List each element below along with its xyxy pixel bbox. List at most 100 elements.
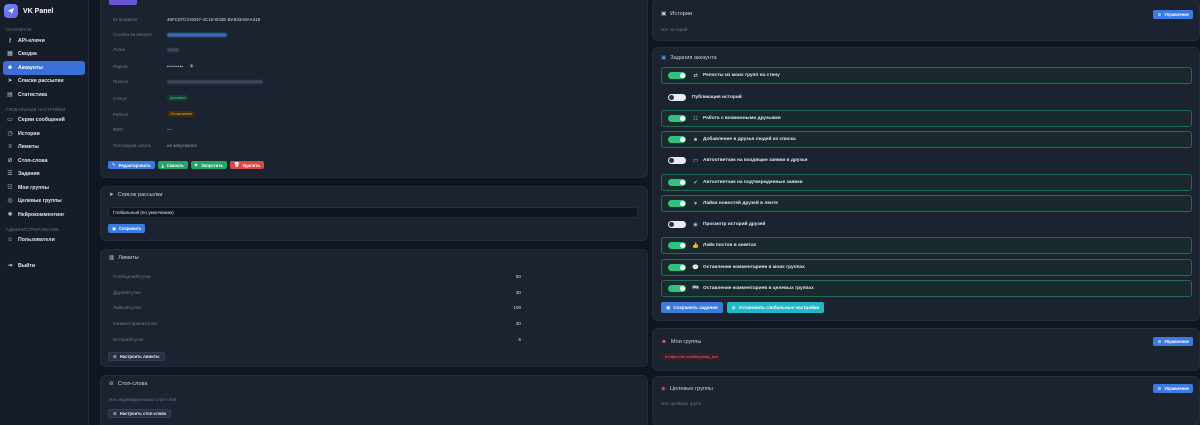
task-toggle[interactable] (668, 242, 686, 249)
sidebar-item-logout[interactable]: ⇥ Выйти (3, 259, 85, 273)
task-toggle[interactable] (668, 179, 686, 186)
limits-card: ▥ Лимиты Сообщений/сутки 50 Друзей/сутки 30… (100, 249, 648, 367)
tasks-actions: ▣ Сохранить задания ◍ Установить глобальны… (661, 302, 825, 313)
task-row[interactable]: ⇄ Репосты из моих групп на стену (661, 67, 1192, 84)
brand[interactable]: VK Panel (0, 0, 88, 22)
profile-label: Статус (113, 95, 128, 101)
configure-stopwords-button[interactable]: ⚙ Настроить стоп-слова (108, 409, 172, 418)
sidebar-nav-main: ⚷ API-ключи ▦ Сводка ☻ Аккаунты ➤ Списки рас… (0, 34, 88, 102)
sidebar-item-statistics[interactable]: ▤ Статистика (3, 88, 85, 102)
sidebar-item-users[interactable]: ☺ Пользователи (3, 234, 85, 248)
eye-icon: ◉ (693, 221, 698, 228)
profile-last-run-value: не запускался (167, 143, 197, 148)
eye-icon[interactable]: ◉ (190, 63, 194, 69)
edit-button[interactable]: ✎ Редактировать (108, 161, 155, 169)
sidebar-item-message-series[interactable]: ▭ Серии сообщений (3, 114, 85, 128)
profile-label: ID профиля (113, 17, 138, 22)
check-circle-icon: ✔ (693, 179, 698, 186)
stop-icon: ⊘ (7, 157, 13, 164)
task-row[interactable]: ▭ Автоответчик на входящие заявки в друзь… (661, 152, 1192, 169)
profile-label: Логин (113, 47, 126, 52)
sidebar-item-stories[interactable]: ◷ Истории (3, 127, 85, 141)
task-row[interactable]: 👍 Лайк постов в анкетах (661, 237, 1192, 254)
limit-row: Комментариев/сутки 30 (113, 321, 521, 326)
task-row[interactable]: ☷ Работа с возможными друзьями (661, 110, 1192, 127)
sidebar-item-target-groups[interactable]: ◎ Целевые группы (3, 195, 85, 209)
task-row[interactable]: ✔ Автоответчик на подтвержденные заявки (661, 174, 1192, 191)
task-toggle[interactable] (668, 200, 686, 207)
task-label: Добавление в друзья людей из списка (703, 137, 796, 142)
profile-label: ФИО (113, 127, 124, 132)
task-toggle[interactable] (668, 136, 686, 143)
mailing-select[interactable]: Глобальный (по умолчанию) (108, 207, 638, 218)
toggle-knob (680, 137, 685, 142)
limit-row: Лайков/сутки 100 (113, 305, 521, 310)
tasks-title-text: Задания аккаунта (670, 55, 717, 61)
sidebar-item-limits[interactable]: ≡ Лимиты (3, 141, 85, 155)
configure-limits-button[interactable]: ⚙ Настроить лимиты (108, 352, 165, 361)
sidebar-item-my-groups[interactable]: ☷ Мои группы (3, 181, 85, 195)
mailing-save-button[interactable]: ▣ Сохранить (108, 224, 146, 233)
task-toggle[interactable] (668, 157, 686, 164)
task-toggle[interactable] (668, 94, 686, 101)
save-tasks-button[interactable]: ▣ Сохранить задания (661, 302, 723, 313)
chart-icon: ▤ (7, 91, 13, 98)
download-button[interactable]: ⤓ Скачать (157, 161, 188, 169)
download-button-label: Скачать (166, 162, 184, 168)
profile-link-value[interactable] (167, 32, 227, 37)
comments-icon: 🗪 (692, 285, 699, 291)
task-row[interactable]: 💬 Оставление комментариев в моих группах (661, 259, 1192, 276)
set-global-button[interactable]: ◍ Установить глобальные настройки (726, 302, 825, 313)
sidebar-item-api-keys[interactable]: ⚷ API-ключи (3, 34, 85, 48)
mailing-select-value: Глобальный (по умолчанию) (113, 210, 174, 215)
task-row[interactable]: ☻ Добавление в друзья людей из списка (661, 131, 1192, 148)
profile-top-button[interactable] (109, 0, 137, 5)
sidebar-item-tasks[interactable]: ☰ Задания (3, 168, 85, 182)
group-link-chip[interactable]: # https://vk.com/kmpnsky_bot (661, 353, 722, 361)
task-toggle[interactable] (668, 221, 686, 228)
profile-label: Пароль (113, 63, 129, 69)
mygroups-manage-button[interactable]: ⚙ Управление (1153, 337, 1193, 346)
task-row[interactable]: 🗪 Оставление комментариев в целевых групп… (661, 280, 1192, 297)
limit-label: Сообщений/сутки (113, 274, 151, 279)
task-label: Работа с возможными друзьями (703, 116, 781, 121)
sidebar-item-label: Стоп-слова (18, 157, 48, 164)
task-toggle[interactable] (668, 115, 686, 122)
toggle-knob (680, 243, 685, 248)
limits-header: ▥ Лимиты (101, 250, 647, 266)
sidebar-item-label: Серии сообщений (18, 117, 65, 124)
toggle-knob (680, 116, 685, 121)
sidebar-item-summary[interactable]: ▦ Сводка (3, 48, 85, 62)
profile-row-proxy: Прокси (113, 79, 263, 84)
toggle-knob (680, 286, 685, 291)
sidebar-item-stopwords[interactable]: ⊘ Стоп-слова (3, 154, 85, 168)
mailing-card: ➤ Список рассылки Глобальный (по умолчани… (100, 186, 648, 241)
start-button-label: Запустить (201, 162, 223, 168)
stories-manage-button[interactable]: ⚙ Управление (1153, 10, 1193, 19)
save-icon: ▣ (666, 304, 671, 310)
start-button[interactable]: ▶ Запустить (190, 161, 227, 169)
task-row[interactable]: ♥ Лайки новостей друзей в ленте (661, 195, 1192, 212)
task-toggle[interactable] (668, 264, 686, 271)
logout-icon: ⇥ (7, 262, 13, 269)
sidebar-section-label: Глобальные настройки (6, 106, 66, 112)
delete-button[interactable]: 🗑 Удалить (229, 161, 265, 169)
profile-row-password: Пароль •••••••• ◉ (113, 63, 194, 69)
task-toggle[interactable] (668, 72, 686, 79)
key-icon: ⚷ (7, 37, 13, 44)
dashboard-icon: ▦ (7, 51, 13, 58)
targetgroups-manage-button[interactable]: ⚙ Управление (1153, 384, 1193, 393)
limit-value: 30 (515, 290, 521, 295)
profile-row-last-run: Последний запуск не запускался (113, 143, 197, 148)
task-toggle[interactable] (668, 285, 686, 292)
status-badge: Активен (167, 95, 189, 101)
mygroups-title-text: Мои группы (670, 339, 702, 345)
task-row[interactable]: Публикация историй (661, 89, 1192, 106)
sidebar-item-label: Задания (18, 171, 40, 178)
sidebar-item-neurocommenting[interactable]: ✺ Нейрокомментинг (3, 208, 85, 222)
sidebar-section-label: Основное (6, 27, 33, 32)
repost-icon: ⇄ (693, 72, 698, 79)
task-row[interactable]: ◉ Просмотр историй друзей (661, 216, 1192, 233)
sidebar-item-accounts[interactable]: ☻ Аккаунты (3, 61, 85, 75)
sidebar-item-mailing-lists[interactable]: ➤ Списки рассылки (3, 75, 85, 89)
